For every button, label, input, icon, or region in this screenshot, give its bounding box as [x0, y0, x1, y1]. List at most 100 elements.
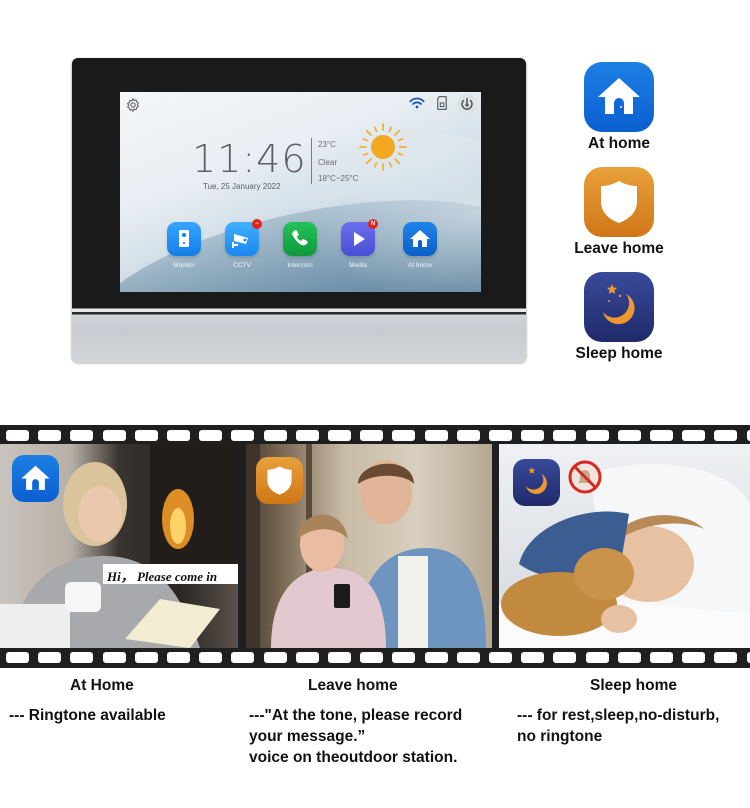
sprocket-hole — [295, 430, 319, 441]
app-tile: N — [341, 219, 378, 256]
mode-label: Leave home — [574, 240, 664, 257]
power-icon — [461, 97, 473, 110]
sprocket-hole — [521, 652, 545, 663]
moon-icon — [525, 467, 547, 495]
app-intercom[interactable]: Intercom — [282, 222, 318, 269]
sprocket-hole — [38, 430, 62, 441]
home-icon — [410, 230, 430, 247]
sd-card-icon[interactable] — [436, 96, 448, 110]
doorbell-icon — [179, 230, 189, 247]
sun-ray — [397, 138, 404, 142]
sprocket-hole — [456, 652, 480, 663]
weather-temperature: 23°C — [318, 140, 336, 149]
sun-ray — [374, 161, 378, 168]
gear-icon[interactable] — [125, 97, 141, 113]
sprocket-hole — [456, 430, 480, 441]
mute-bell-icon — [568, 460, 602, 494]
sprocket-hole — [585, 652, 609, 663]
sprocket-hole — [682, 430, 706, 441]
sprocket-hole — [295, 652, 319, 663]
clock-date: Tue, 25 January 2022 — [203, 182, 281, 191]
power-button[interactable] — [457, 94, 477, 114]
sprocket-hole — [102, 652, 126, 663]
weather-divider — [311, 138, 312, 184]
sprocket-hole — [424, 430, 448, 441]
sprocket-hole — [328, 652, 351, 663]
sun-ray — [362, 138, 369, 142]
sun-icon — [359, 123, 407, 171]
cctv-badge: − — [252, 219, 262, 229]
sprocket-hole — [553, 652, 577, 663]
touch-screen: 11:46 Tue, 25 January 2022 23°C Clear 18… — [120, 92, 481, 292]
app-monitor[interactable]: Monitor — [166, 222, 202, 269]
moon-icon — [603, 284, 635, 325]
app-tile — [403, 222, 437, 256]
film-strip: Hi， Please come in — [0, 425, 750, 668]
clock-time: 11:46 — [192, 137, 307, 181]
mode-tile — [584, 62, 654, 132]
wifi-icon[interactable] — [409, 97, 425, 109]
sprocket-hole — [714, 430, 738, 441]
caption-text-sleep-home: --- for rest,sleep,no-disturb, no ringto… — [517, 707, 720, 745]
sun-ray — [365, 158, 372, 165]
app-label: At home — [407, 262, 433, 269]
media-badge: N — [368, 219, 378, 229]
home-icon — [598, 78, 640, 114]
sprocket-hole — [70, 652, 94, 663]
sprocket-hole — [263, 652, 287, 663]
sprocket-hole — [199, 652, 223, 663]
sprocket-hole — [6, 652, 29, 663]
sprocket-hole — [167, 430, 190, 441]
indoor-monitor-device: 11:46 Tue, 25 January 2022 23°C Clear 18… — [72, 58, 526, 582]
app-media[interactable]: N Media — [340, 219, 378, 269]
sun-ray — [388, 126, 392, 133]
sun-ray — [397, 152, 404, 156]
home-icon — [21, 465, 50, 490]
overlay-shield-tile — [256, 457, 303, 504]
sprocket-hole — [553, 430, 577, 441]
app-tile: − — [225, 219, 262, 256]
caption-title-sleep-home: Sleep home — [590, 677, 677, 694]
mode-sleep-home[interactable]: Sleep home — [564, 272, 674, 363]
app-label: Media — [349, 262, 367, 269]
shield-icon — [601, 181, 637, 223]
app-label: CCTV — [233, 262, 251, 269]
sprocket-hole — [617, 652, 641, 663]
sprocket-hole — [102, 430, 126, 441]
sprocket-hole — [521, 430, 545, 441]
weather-range: 18°C~25°C — [318, 174, 359, 183]
sprocket-hole — [650, 430, 673, 441]
app-label: Intercom — [287, 262, 313, 269]
sprocket-hole — [424, 652, 448, 663]
film-frame-sleep-home — [499, 444, 750, 648]
speech-text: Hi， Please come in — [107, 569, 218, 584]
sprocket-hole — [263, 430, 287, 441]
sprocket-hole — [392, 430, 416, 441]
sprocket-hole — [746, 652, 750, 663]
phone-icon — [292, 230, 308, 246]
sprocket-hole — [328, 430, 351, 441]
mode-at-home[interactable]: At home — [564, 62, 674, 153]
mode-tile — [584, 167, 654, 237]
app-cctv[interactable]: − CCTV — [224, 219, 262, 269]
sprocket-hole — [231, 430, 255, 441]
sprocket-hole — [199, 430, 223, 441]
sprocket-hole — [70, 430, 94, 441]
sprocket-hole — [167, 652, 190, 663]
sprocket-hole — [650, 652, 673, 663]
caption-title-leave-home: Leave home — [308, 677, 398, 694]
mode-leave-home[interactable]: Leave home — [564, 167, 674, 258]
mode-label: At home — [588, 135, 650, 152]
sprocket-hole — [746, 430, 750, 441]
sprocket-hole — [360, 652, 384, 663]
sprocket-hole — [38, 652, 62, 663]
sprocket-hole — [682, 652, 706, 663]
overlay-home-tile — [12, 455, 59, 502]
shield-icon — [267, 466, 292, 495]
app-at-home[interactable]: At home — [402, 222, 438, 269]
sun-ray — [394, 129, 401, 136]
sun-ray — [365, 129, 372, 136]
sprocket-hole — [6, 430, 29, 441]
caption-text-at-home: --- Ringtone available — [9, 707, 166, 724]
app-tile — [283, 222, 317, 256]
